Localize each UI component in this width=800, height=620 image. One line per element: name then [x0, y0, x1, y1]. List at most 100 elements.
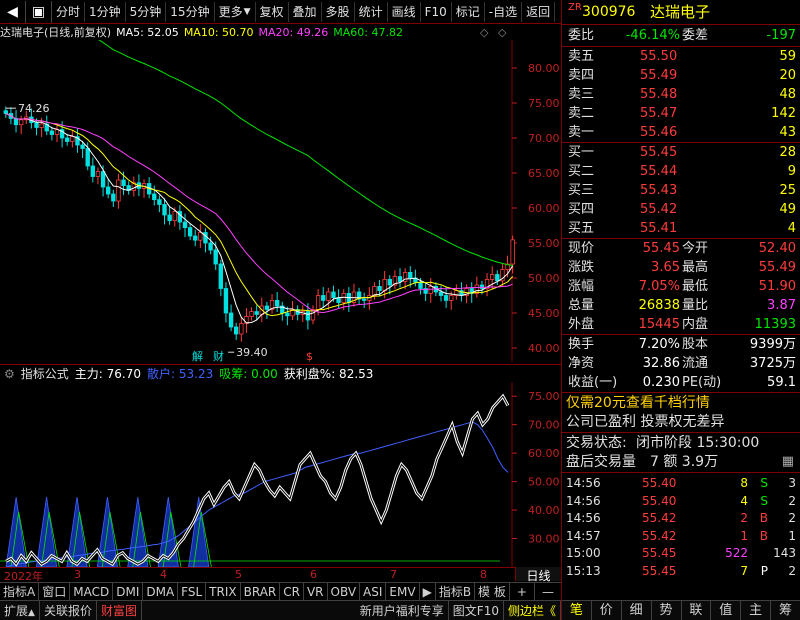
indicator-header: ⚙ 指标公式 主力: 76.70 散户: 53.23 吸筹: 0.00 获利盘%… — [0, 364, 561, 382]
toolbar-return[interactable]: 返回 — [522, 1, 556, 22]
toolbar-adjust[interactable]: 复权 — [256, 1, 289, 22]
grid-icon[interactable]: ▦ — [782, 452, 794, 472]
candle-body — [106, 186, 111, 195]
toolbar-watchlist[interactable]: -自选 — [485, 1, 523, 22]
tab-next-icon[interactable]: ▶ — [420, 583, 436, 600]
collapse-icon[interactable]: ◇ — [498, 26, 506, 39]
tab-dma[interactable]: DMA — [143, 583, 179, 600]
panel-tab[interactable]: 细 — [622, 601, 652, 620]
settings-icon[interactable]: ⚙ — [4, 367, 15, 381]
panel-tab[interactable]: 联 — [682, 601, 712, 620]
tab-window[interactable]: 窗口 — [39, 583, 71, 600]
tab-emv[interactable]: EMV — [386, 583, 420, 600]
bid-price[interactable]: 55.41 — [640, 219, 677, 238]
tab-trix[interactable]: TRIX — [206, 583, 241, 600]
indicator-title[interactable]: 指标公式 — [21, 365, 69, 382]
toolbar-overlay[interactable]: 叠加 — [289, 1, 322, 22]
candle-body — [39, 123, 44, 128]
tab-dmi[interactable]: DMI — [113, 583, 144, 600]
ask-label: 卖五 — [568, 49, 595, 64]
candle-body — [223, 288, 229, 314]
tab-obv[interactable]: OBV — [328, 583, 361, 600]
panel-tab[interactable]: 值 — [711, 601, 742, 620]
expand-button[interactable]: 扩展▲ — [0, 600, 40, 620]
promo-link[interactable]: 仅需20元查看千档行情 — [566, 393, 710, 413]
tab-asi[interactable]: ASI — [360, 583, 387, 600]
wealth-chart-button[interactable]: 财富图 — [97, 600, 142, 620]
order-ratio-label: 委比 — [568, 28, 595, 43]
ask-price[interactable]: 55.50 — [640, 47, 677, 66]
panel-tab[interactable]: 主 — [741, 601, 772, 620]
panel-tab[interactable]: 价 — [592, 601, 622, 620]
trade-tick-row: 15:13 55.45 7 P 2 — [562, 563, 800, 581]
absorb-value: 吸筹: 0.00 — [219, 367, 278, 381]
stat-value: 7.05% — [638, 279, 680, 294]
tab-brar[interactable]: BRAR — [241, 583, 281, 600]
trade-status-row: 交易状态: 闭市阶段 15:30:00 — [562, 432, 800, 452]
bid-price[interactable]: 55.45 — [640, 143, 677, 162]
ask-price[interactable]: 55.47 — [640, 104, 677, 123]
toolbar-draw[interactable]: 画线 — [388, 1, 421, 22]
ask-price[interactable]: 55.49 — [640, 66, 677, 85]
candle-body — [387, 278, 392, 286]
candle-body — [167, 214, 172, 221]
diamond-icon[interactable]: ◇ — [480, 26, 488, 39]
tab-template[interactable]: 模 板 — [475, 583, 510, 600]
period-label[interactable]: 日线 — [515, 567, 561, 583]
candle-body — [172, 211, 177, 221]
related-quotes-button[interactable]: 关联报价 — [40, 600, 97, 620]
candle-body — [239, 323, 244, 335]
toolbar-mark[interactable]: 标记 — [452, 1, 485, 22]
stat-row: 换手 7.20% 股本 9399万 — [562, 335, 800, 354]
tab-indicator-b[interactable]: 指标B — [436, 583, 476, 600]
toolbar-multi[interactable]: 多股 — [322, 1, 355, 22]
stat-row: 净资 32.86 流通 3725万 — [562, 354, 800, 373]
ask-price[interactable]: 55.46 — [640, 123, 677, 142]
candlestick-chart[interactable]: 40.00 45.00 50.00 55.00 60.00 65.00 70.00 75.00… — [0, 40, 561, 362]
stat-row: 总量 26838 量比 3.87 — [562, 296, 800, 315]
toolbar-f10[interactable]: F10 — [421, 1, 452, 22]
y-tick-label: 40.00 — [528, 342, 560, 355]
indicator-chart[interactable]: 30.00 40.00 50.00 60.00 70.00 75.00 — [0, 382, 561, 567]
new-user-welfare-link[interactable]: 新用户福利专享 — [356, 600, 449, 620]
stat-value: 55.45 — [642, 241, 680, 256]
stat-value: 11393 — [754, 317, 796, 332]
window-icon[interactable]: ▣ — [26, 0, 52, 23]
trade-ticks[interactable]: 14:56 55.40 8 S 3 14:56 55.40 4 S 2 14:56 … — [562, 472, 800, 581]
back-icon[interactable]: ◀ — [0, 0, 26, 23]
y-tick-label: 50.00 — [528, 272, 560, 285]
bid-price[interactable]: 55.42 — [640, 200, 677, 219]
order-diff-value: -197 — [766, 28, 796, 43]
candle-body — [321, 295, 326, 301]
sidebar-toggle-button[interactable]: 侧边栏《 — [504, 600, 561, 620]
tab-fsl[interactable]: FSL — [178, 583, 207, 600]
tab-macd[interactable]: MACD — [70, 583, 114, 600]
y-tick-label: 50.00 — [528, 476, 560, 489]
panel-tab[interactable]: 势 — [652, 601, 682, 620]
stat-label: 收益(一) — [568, 375, 618, 390]
toolbar-more[interactable]: 更多 ▼ — [215, 1, 256, 22]
candle-body — [489, 274, 495, 280]
tab-indicator-a[interactable]: 指标A — [0, 583, 40, 600]
zoom-out-button[interactable]: — — [535, 583, 561, 600]
toolbar-15min[interactable]: 15分钟 — [166, 1, 215, 22]
tab-cr[interactable]: CR — [280, 583, 304, 600]
panel-tab[interactable]: 笔 — [562, 601, 592, 620]
ask-price[interactable]: 55.48 — [640, 85, 677, 104]
toolbar-timeshare[interactable]: 分时 — [52, 1, 86, 22]
toolbar-5min[interactable]: 5分钟 — [126, 1, 167, 22]
toolbar-1min[interactable]: 1分钟 — [85, 1, 126, 22]
bid-price[interactable]: 55.44 — [640, 162, 677, 181]
tab-vr[interactable]: VR — [304, 583, 328, 600]
panel-tab[interactable]: 筹 — [771, 601, 800, 620]
promo-row[interactable]: 仅需20元查看千档行情 — [562, 392, 800, 412]
graphic-f10-button[interactable]: 图文F10 — [449, 600, 504, 620]
y-tick-label: 60.00 — [528, 447, 560, 460]
toolbar-stats[interactable]: 统计 — [355, 1, 388, 22]
stat-label: 涨幅 — [568, 279, 595, 294]
tick-side: S — [760, 493, 768, 508]
zoom-in-button[interactable]: + — [510, 583, 535, 600]
stat-label: 最高 — [682, 260, 709, 275]
bid-price[interactable]: 55.43 — [640, 181, 677, 200]
chart-title: 达瑞电子(日线,前复权) — [0, 26, 112, 39]
